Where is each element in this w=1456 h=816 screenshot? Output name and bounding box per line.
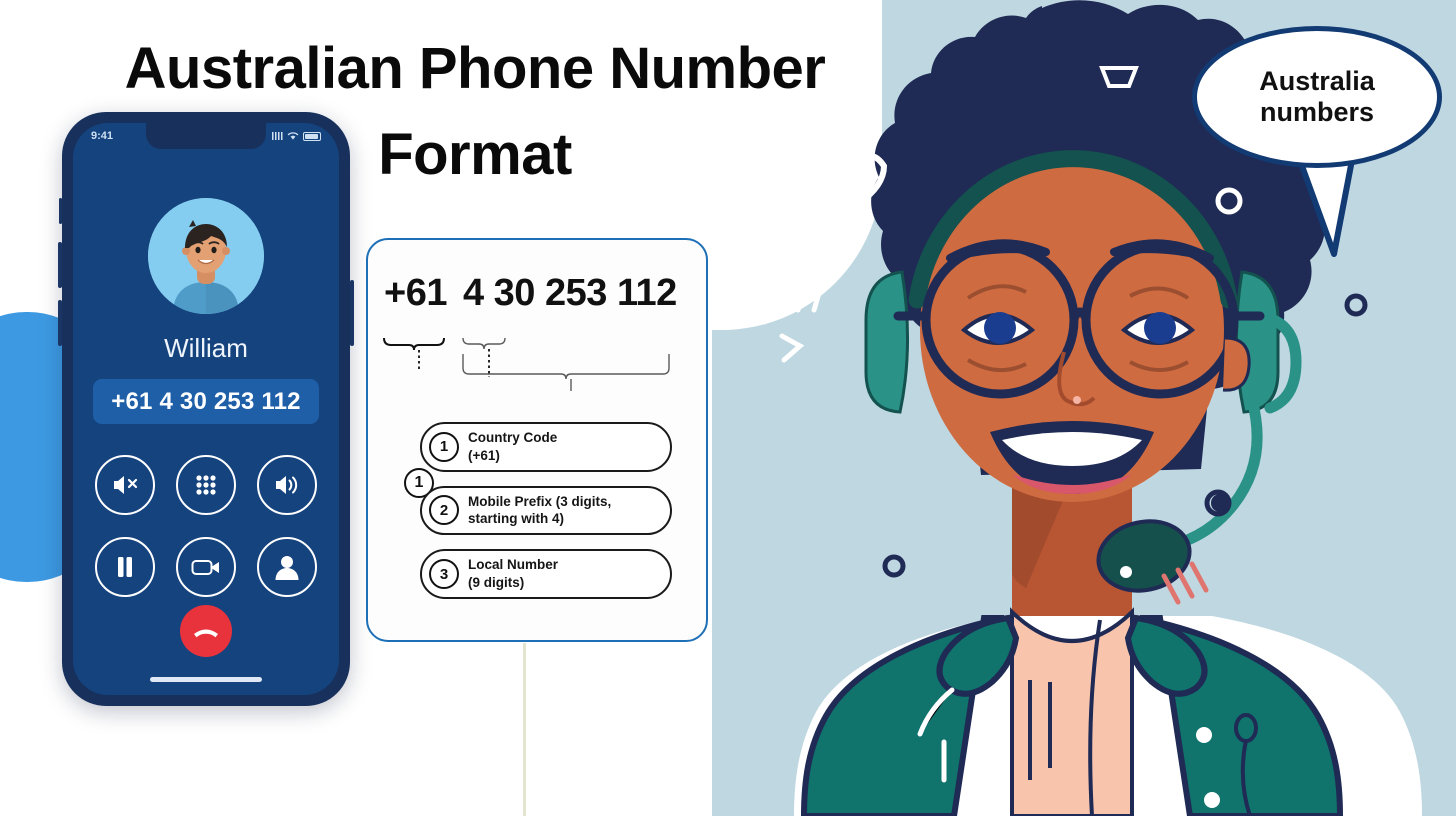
- legend-text-3-line1: Local Number: [468, 557, 559, 573]
- iris-left: [984, 312, 1016, 344]
- call-controls: [95, 455, 317, 619]
- legend-text-2: Mobile Prefix (3 digits, starting with 4…: [468, 493, 611, 529]
- example-country-code: +61: [384, 272, 447, 314]
- ear-right: [1222, 336, 1251, 392]
- legend-badge-2: 2: [429, 495, 459, 526]
- status-bar: 9:41: [73, 130, 339, 142]
- legend-badge-3: 3: [429, 559, 459, 590]
- arrow-glyph-icon: [779, 333, 805, 363]
- avatar: [148, 198, 264, 314]
- contact-name: William: [164, 333, 248, 363]
- phone-mockup: 9:41 William +61 4 30 253 112: [58, 112, 354, 706]
- person-icon: [275, 556, 299, 580]
- ring-dot-icon-3: [882, 554, 906, 578]
- speech-bubble: Australia numbers: [1192, 26, 1442, 168]
- speaker-button[interactable]: [257, 455, 317, 515]
- nose-highlight: [1073, 396, 1081, 404]
- battery-icon: [303, 131, 321, 141]
- legend-text-2-line2: starting with 4): [468, 511, 565, 527]
- status-bar-time: 9:41: [91, 130, 114, 142]
- jacket-button-1: [1196, 727, 1212, 743]
- legend-list: 1 Country Code (+61) 2 Mobile Prefix (3 …: [420, 422, 672, 613]
- end-call-button[interactable]: [180, 605, 232, 657]
- speech-bubble-line1: Australia: [1259, 65, 1375, 96]
- iris-right: [1144, 312, 1176, 344]
- phone-hangup-icon: [194, 629, 218, 638]
- keypad-button[interactable]: [176, 455, 236, 515]
- phone-power-button: [350, 280, 354, 346]
- phone-volume-down: [58, 300, 62, 346]
- legend-text-3: Local Number (9 digits): [468, 556, 558, 592]
- add-contact-button[interactable]: [257, 537, 317, 597]
- video-camera-icon: [191, 560, 219, 575]
- legend-badge-1: 1: [429, 431, 459, 462]
- legend-text-3-line2: (9 digits): [468, 575, 525, 591]
- legend-item-country-code[interactable]: 1 Country Code (+61): [420, 422, 672, 472]
- headset-cup-left: [864, 270, 909, 414]
- card-connector-line: [523, 643, 526, 816]
- example-number-rest: 4 30 253 112: [462, 272, 677, 314]
- wifi-icon: [287, 132, 299, 140]
- home-indicator: [150, 677, 262, 682]
- phone-volume-up: [58, 242, 62, 288]
- pause-icon: [118, 557, 132, 577]
- dialpad-icon: [196, 475, 216, 495]
- example-number: +61 4 30 253 112: [384, 272, 694, 315]
- mute-button[interactable]: [95, 455, 155, 515]
- phone-number-display: +61 4 30 253 112: [93, 379, 319, 424]
- legend-item-mobile-prefix[interactable]: 2 Mobile Prefix (3 digits, starting with…: [420, 485, 672, 536]
- legend-item-local-number[interactable]: 3 Local Number (9 digits): [420, 549, 672, 599]
- number-breakdown-card: +61 4 30 253 112 1 2 3 1 Country Code (+6…: [366, 238, 708, 642]
- legend-text-1-line2: (+61): [468, 447, 500, 463]
- hold-button[interactable]: [95, 537, 155, 597]
- phone-screen: 9:41 William +61 4 30 253 112: [73, 123, 339, 695]
- speech-bubble-text: Australia numbers: [1259, 66, 1375, 128]
- jacket-button-2: [1204, 792, 1220, 808]
- phone-mute-switch: [59, 198, 62, 224]
- dot-icon-2: [902, 486, 918, 502]
- video-button[interactable]: [176, 537, 236, 597]
- signal-bars-icon: [272, 132, 283, 140]
- ring-dot-icon-2: [1344, 293, 1368, 317]
- legend-text-2-line1: Mobile Prefix (3 digits,: [468, 493, 612, 509]
- speech-bubble-line2: numbers: [1259, 97, 1374, 127]
- double-slash-icon: [795, 273, 827, 313]
- speaker-mute-icon: [114, 476, 138, 494]
- legend-text-1-line1: Country Code: [468, 430, 558, 445]
- mic-dot: [1120, 566, 1132, 578]
- legend-text-1: Country Code (+61): [468, 429, 557, 465]
- speaker-loud-icon: [276, 476, 298, 494]
- infographic-canvas: Australian Phone Number Format 9:41 Will…: [0, 0, 1456, 816]
